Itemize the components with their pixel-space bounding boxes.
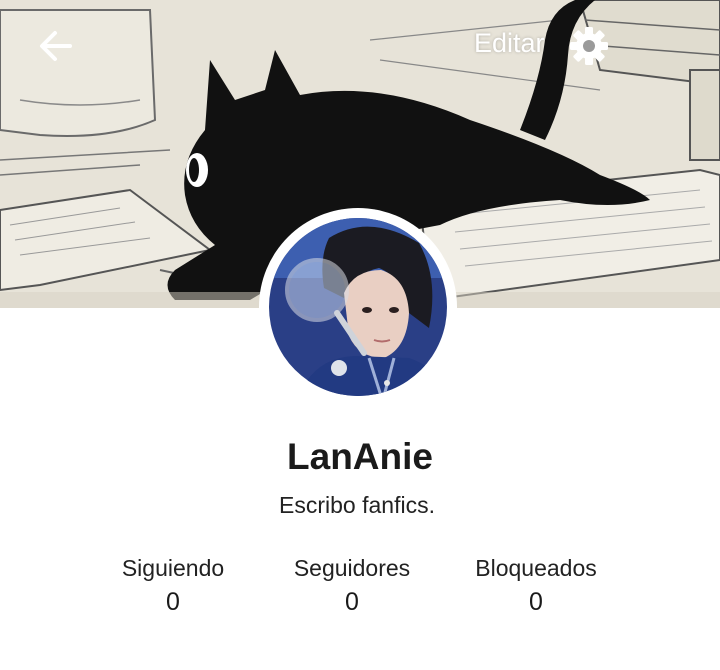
stat-value: 0 (529, 588, 543, 616)
arrow-left-icon (40, 31, 72, 61)
stat-label: Bloqueados (475, 555, 597, 581)
avatar-frame (259, 208, 457, 406)
stat-following[interactable]: Siguiendo 0 (73, 555, 273, 617)
avatar[interactable] (269, 218, 447, 396)
top-bar: Editar (0, 0, 720, 90)
avatar-photo (269, 218, 447, 396)
stat-value: 0 (166, 588, 180, 616)
edit-profile-button[interactable]: Editar (474, 28, 545, 59)
stat-blocked[interactable]: Bloqueados 0 (436, 555, 636, 617)
gear-icon (570, 27, 608, 65)
profile-bio: Escribo fanfics. (279, 492, 435, 518)
settings-button[interactable] (568, 25, 610, 67)
stat-value: 0 (345, 588, 359, 616)
profile-username: LanAnie (287, 436, 433, 477)
back-button[interactable] (34, 24, 78, 68)
stat-label: Siguiendo (121, 555, 225, 581)
stat-label: Seguidores (293, 555, 411, 581)
stat-followers[interactable]: Seguidores 0 (252, 555, 452, 617)
